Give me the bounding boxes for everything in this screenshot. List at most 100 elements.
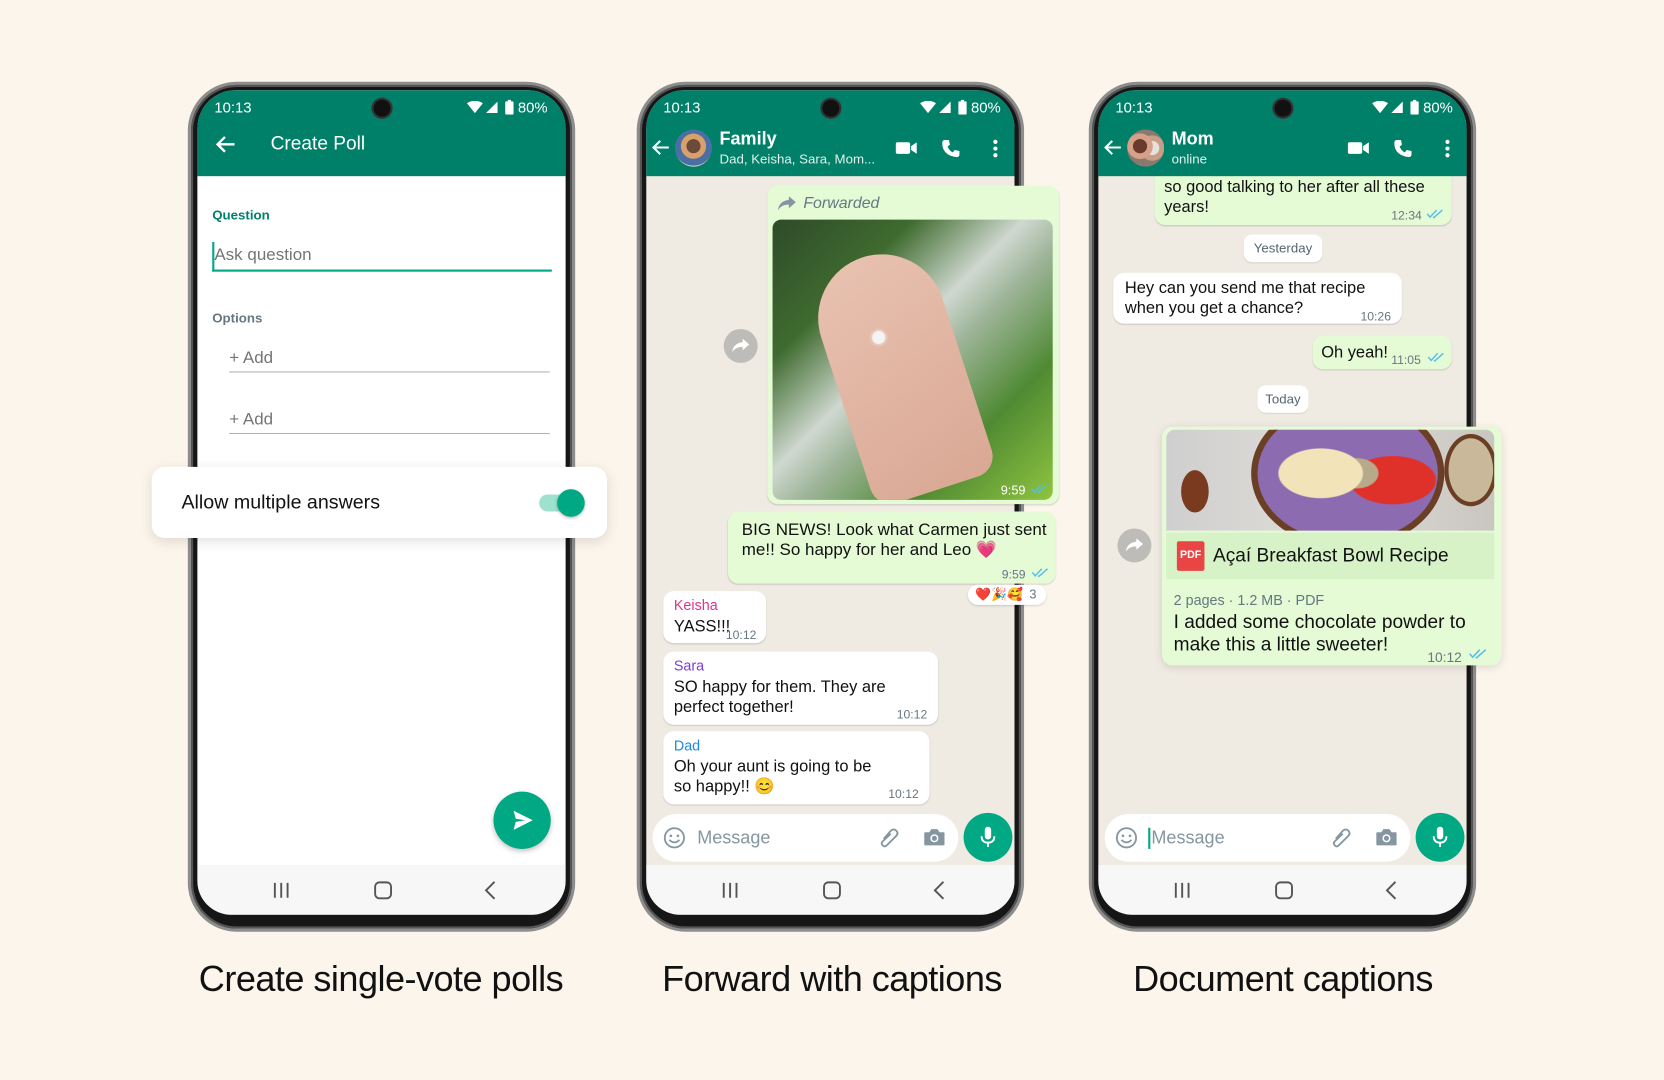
app-header: 10:13 80% Create Poll bbox=[197, 90, 566, 177]
toggle-knob bbox=[557, 489, 585, 517]
front-camera bbox=[821, 99, 839, 117]
attach-icon[interactable] bbox=[1330, 827, 1352, 849]
caption-documents: Document captions bbox=[1133, 959, 1433, 1000]
forward-button[interactable] bbox=[1117, 528, 1152, 563]
back-arrow-icon[interactable] bbox=[652, 138, 671, 157]
message-text: Oh yeah! bbox=[1321, 343, 1388, 362]
home-icon[interactable] bbox=[822, 881, 841, 900]
battery-icon bbox=[958, 100, 966, 115]
message-keisha[interactable]: Keisha YASS!!! 10:12 bbox=[663, 591, 767, 644]
message-sara[interactable]: Sara SO happy for them. They are perfect… bbox=[663, 651, 939, 725]
contact-status: online bbox=[1171, 151, 1207, 167]
forwarded-icon bbox=[777, 195, 797, 211]
recents-icon[interactable] bbox=[721, 882, 740, 899]
microphone-icon bbox=[1433, 827, 1448, 848]
message-input-bar[interactable]: Message bbox=[652, 813, 959, 862]
group-avatar[interactable] bbox=[674, 129, 713, 167]
allow-multiple-toggle[interactable] bbox=[539, 489, 585, 517]
battery-icon bbox=[505, 100, 513, 115]
microphone-icon bbox=[981, 827, 996, 848]
message-input-bar[interactable]: Message bbox=[1104, 813, 1411, 862]
question-input[interactable] bbox=[212, 241, 552, 272]
toggle-label: Allow multiple answers bbox=[181, 490, 381, 513]
message-time: 10:12 bbox=[1427, 649, 1462, 666]
voice-message-button[interactable] bbox=[963, 812, 1013, 862]
status-time: 10:13 bbox=[1115, 98, 1153, 116]
message-input[interactable]: Message bbox=[1148, 827, 1225, 849]
date-divider: Yesterday bbox=[1243, 234, 1323, 263]
camera-icon[interactable] bbox=[923, 828, 945, 847]
nav-back-icon[interactable] bbox=[1385, 881, 1398, 900]
chat-members: Dad, Keisha, Sara, Mom... bbox=[719, 151, 876, 167]
back-arrow-icon[interactable] bbox=[1104, 138, 1123, 157]
front-camera bbox=[373, 99, 390, 117]
forward-button[interactable] bbox=[723, 328, 758, 363]
voice-message-button[interactable] bbox=[1415, 812, 1465, 862]
caption-polls: Create single-vote polls bbox=[198, 959, 564, 1000]
nav-back-icon[interactable] bbox=[933, 881, 946, 900]
front-camera bbox=[1273, 99, 1291, 117]
caption-message[interactable]: BIG NEWS! Look what Carmen just sent me!… bbox=[727, 511, 1056, 584]
more-options-icon[interactable] bbox=[1444, 139, 1450, 158]
battery-level: 80% bbox=[517, 98, 548, 116]
image-time: 9:59 bbox=[1000, 482, 1026, 498]
document-file-row[interactable]: PDF Açaí Breakfast Bowl Recipe bbox=[1166, 532, 1495, 580]
read-receipt-icon bbox=[1427, 352, 1444, 362]
allow-multiple-card: Allow multiple answers bbox=[151, 466, 608, 539]
signal-icon bbox=[1391, 101, 1403, 114]
camera-icon[interactable] bbox=[1375, 828, 1397, 847]
emoji-icon[interactable] bbox=[663, 827, 685, 849]
option-input-1[interactable] bbox=[229, 345, 550, 373]
send-poll-button[interactable] bbox=[493, 791, 551, 849]
reaction-emojis: ❤️🎉🥰 bbox=[975, 586, 1023, 602]
send-icon bbox=[513, 810, 534, 831]
document-message[interactable]: PDF Açaí Breakfast Bowl Recipe 2 pages ·… bbox=[1162, 426, 1502, 666]
chat-name[interactable]: Family bbox=[719, 128, 776, 149]
wifi-icon bbox=[467, 101, 483, 114]
chat-name[interactable]: Mom bbox=[1172, 128, 1214, 149]
recents-icon[interactable] bbox=[272, 882, 291, 899]
back-arrow-icon[interactable] bbox=[215, 134, 236, 155]
battery-level: 80% bbox=[1423, 98, 1453, 116]
message-text: Oh your aunt is going to be so happy!! 😊 bbox=[673, 757, 872, 796]
message-incoming[interactable]: Hey can you send me that recipe when you… bbox=[1113, 272, 1402, 324]
message-time: 10:26 bbox=[1360, 310, 1392, 324]
nav-back-icon[interactable] bbox=[484, 881, 497, 900]
read-receipt-icon bbox=[1031, 568, 1048, 578]
document-preview-image[interactable] bbox=[1166, 429, 1495, 531]
chat-header: 10:13 80% Family Dad, Keisha, Sara, Mom.… bbox=[646, 90, 1015, 177]
reactions-pill[interactable]: ❤️🎉🥰 3 bbox=[967, 584, 1047, 605]
message-text: YASS!!! bbox=[673, 617, 731, 636]
date-divider: Today bbox=[1257, 385, 1309, 413]
caption-forward: Forward with captions bbox=[662, 959, 1002, 1000]
options-label: Options bbox=[212, 310, 263, 326]
message-time: 10:12 bbox=[896, 708, 928, 722]
recents-icon[interactable] bbox=[1173, 882, 1192, 899]
ring-photo[interactable]: 9:59 bbox=[772, 219, 1053, 500]
forwarded-image-message[interactable]: Forwarded 9:59 bbox=[767, 185, 1060, 505]
wooden-spoon bbox=[1181, 470, 1209, 513]
message-dad[interactable]: Dad Oh your aunt is going to be so happy… bbox=[663, 731, 930, 805]
option-input-2[interactable] bbox=[229, 407, 550, 435]
home-icon[interactable] bbox=[1275, 881, 1294, 900]
home-icon[interactable] bbox=[374, 881, 393, 900]
emoji-icon[interactable] bbox=[1115, 827, 1137, 849]
promo-stage: 10:13 80% Create Poll Question Options A… bbox=[0, 0, 1664, 1080]
more-options-icon[interactable] bbox=[992, 139, 998, 158]
message-input[interactable]: Message bbox=[697, 828, 770, 849]
voice-call-icon[interactable] bbox=[1393, 139, 1412, 158]
voice-call-icon[interactable] bbox=[941, 139, 960, 158]
message-text: SO happy for them. They are perfect toge… bbox=[673, 678, 886, 717]
video-call-icon[interactable] bbox=[1348, 141, 1369, 155]
read-receipt-icon bbox=[1426, 209, 1443, 219]
video-call-icon[interactable] bbox=[896, 141, 917, 155]
status-time: 10:13 bbox=[214, 98, 252, 116]
seed-spoon bbox=[1444, 434, 1495, 507]
sender-name: Keisha bbox=[673, 597, 718, 614]
message-time: 10:12 bbox=[888, 788, 919, 802]
attach-icon[interactable] bbox=[878, 827, 900, 849]
message-outgoing[interactable]: Oh yeah! 11:05 bbox=[1312, 335, 1452, 370]
forward-icon bbox=[731, 337, 750, 353]
contact-avatar[interactable] bbox=[1126, 129, 1165, 167]
ring-diamond bbox=[872, 331, 886, 344]
